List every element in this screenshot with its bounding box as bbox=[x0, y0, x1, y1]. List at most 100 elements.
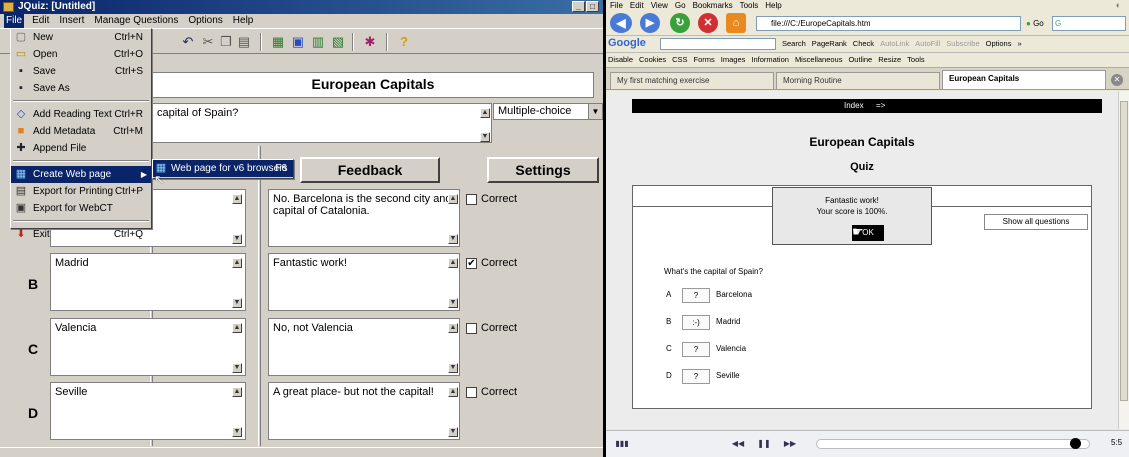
menu-item-exit[interactable]: ⬇ Exit Ctrl+Q bbox=[11, 226, 151, 243]
correct-checkbox-d[interactable]: Correct bbox=[466, 386, 517, 398]
menu-item-export-printing[interactable]: ▤ Export for Printing Ctrl+P bbox=[11, 183, 151, 200]
menu-item-save-as[interactable]: ▪ Save As bbox=[11, 80, 151, 97]
answer-field-b[interactable]: Madrid bbox=[50, 253, 246, 311]
feedback-field-c[interactable]: No, not Valencia bbox=[268, 318, 460, 376]
menu-options[interactable]: Options bbox=[186, 14, 224, 28]
menu-insert[interactable]: Insert bbox=[57, 14, 86, 28]
reload-icon[interactable]: ↻ bbox=[670, 13, 690, 33]
forward-icon[interactable]: ▶ bbox=[640, 13, 660, 33]
wd-disable[interactable]: Disable bbox=[608, 53, 633, 67]
wd-outline[interactable]: Outline bbox=[848, 53, 872, 67]
correct-checkbox-c[interactable]: Correct bbox=[466, 322, 517, 334]
wd-tools[interactable]: Tools bbox=[907, 53, 925, 67]
scroll-up-icon[interactable]: ▲ bbox=[448, 258, 458, 268]
tab-matching-exercise[interactable]: My first matching exercise bbox=[610, 72, 774, 89]
browser-menu-view[interactable]: View bbox=[651, 0, 668, 11]
menu-item-add-reading-text[interactable]: ◇ Add Reading Text Ctrl+R bbox=[11, 106, 151, 123]
wd-cookies[interactable]: Cookies bbox=[639, 53, 666, 67]
index-link[interactable]: Index bbox=[844, 99, 864, 113]
menu-item-open[interactable]: ▭ Open Ctrl+O bbox=[11, 46, 151, 63]
browser-menu-tools[interactable]: Tools bbox=[740, 0, 759, 11]
wd-resize[interactable]: Resize bbox=[878, 53, 901, 67]
answer-field-c[interactable]: Valencia bbox=[50, 318, 246, 376]
scroll-down-icon[interactable]: ▼ bbox=[480, 132, 490, 142]
go-button[interactable]: ● Go bbox=[1026, 16, 1044, 31]
pause-icon[interactable]: ❚❚ bbox=[754, 436, 774, 451]
chevron-down-icon[interactable]: ▼ bbox=[588, 104, 602, 119]
scroll-up-icon[interactable]: ▲ bbox=[232, 194, 242, 204]
next-link[interactable]: => bbox=[876, 99, 885, 113]
scroll-up-icon[interactable]: ▲ bbox=[232, 323, 242, 333]
web-export-icon[interactable]: ▦ bbox=[270, 34, 286, 50]
scroll-down-icon[interactable]: ▼ bbox=[448, 298, 458, 308]
scroll-down-icon[interactable]: ▼ bbox=[448, 427, 458, 437]
option-button-d[interactable]: ? bbox=[682, 368, 710, 384]
menu-help[interactable]: Help bbox=[231, 14, 256, 28]
search-box[interactable]: G bbox=[1052, 16, 1126, 31]
wd-miscellaneous[interactable]: Miscellaneous bbox=[795, 53, 843, 67]
menu-manage-questions[interactable]: Manage Questions bbox=[92, 14, 180, 28]
checkmark-icon[interactable]: ✔ bbox=[466, 257, 477, 269]
scroll-down-icon[interactable]: ▼ bbox=[448, 234, 458, 244]
minimize-button[interactable]: _ bbox=[572, 1, 585, 12]
menu-item-append-file[interactable]: ✚ Append File bbox=[11, 140, 151, 157]
google-more[interactable]: » bbox=[1017, 36, 1021, 51]
scroll-up-icon[interactable]: ▲ bbox=[448, 387, 458, 397]
correct-checkbox-b[interactable]: ✔ Correct bbox=[466, 257, 517, 269]
menu-item-save[interactable]: ▪ Save Ctrl+S bbox=[11, 63, 151, 80]
volume-icon[interactable]: ▮▮▮ bbox=[614, 436, 630, 451]
back-icon[interactable]: ◀ bbox=[610, 13, 632, 33]
google-options[interactable]: Options bbox=[986, 36, 1012, 51]
wd-images[interactable]: Images bbox=[721, 53, 746, 67]
scroll-down-icon[interactable]: ▼ bbox=[232, 234, 242, 244]
copy-icon[interactable]: ❐ bbox=[218, 34, 234, 50]
browser-menu-file[interactable]: File bbox=[610, 0, 623, 11]
menu-file[interactable]: File bbox=[4, 14, 25, 28]
feedback-field-d[interactable]: A great place- but not the capital! bbox=[268, 382, 460, 440]
google-autofill[interactable]: AutoFill bbox=[915, 36, 940, 51]
feedback-field-a[interactable]: No. Barcelona is the second city and cap… bbox=[268, 189, 460, 247]
correct-checkbox-a[interactable]: Correct bbox=[466, 193, 517, 205]
web-export-icon-2[interactable]: ▣ bbox=[290, 34, 306, 50]
option-button-c[interactable]: ? bbox=[682, 341, 710, 357]
playback-track[interactable] bbox=[816, 439, 1090, 449]
home-icon[interactable]: ⌂ bbox=[726, 13, 746, 33]
scrollbar-thumb[interactable] bbox=[1120, 101, 1128, 401]
config-icon[interactable]: ✱ bbox=[362, 34, 378, 50]
feedback-field-b[interactable]: Fantastic work! bbox=[268, 253, 460, 311]
vertical-scrollbar[interactable] bbox=[1118, 91, 1129, 429]
scroll-down-icon[interactable]: ▼ bbox=[448, 363, 458, 373]
checkbox-box[interactable] bbox=[466, 193, 477, 205]
web-export-icon-4[interactable]: ▧ bbox=[330, 34, 346, 50]
google-check[interactable]: Check bbox=[853, 36, 874, 51]
scroll-up-icon[interactable]: ▲ bbox=[480, 108, 490, 118]
question-textbox[interactable]: capital of Spain? bbox=[152, 103, 492, 143]
menu-item-export-webct[interactable]: ▣ Export for WebCT bbox=[11, 200, 151, 217]
submenu-item-v6-browsers[interactable]: ▦ Web page for v6 browsers F6 bbox=[153, 160, 293, 177]
cut-icon[interactable]: ✂ bbox=[200, 34, 216, 50]
scroll-down-icon[interactable]: ▼ bbox=[232, 298, 242, 308]
google-autolink[interactable]: AutoLink bbox=[880, 36, 909, 51]
fast-forward-icon[interactable]: ▶▶ bbox=[780, 436, 800, 451]
wd-information[interactable]: Information bbox=[751, 53, 789, 67]
scroll-down-icon[interactable]: ▼ bbox=[232, 427, 242, 437]
stop-icon[interactable]: ✕ bbox=[698, 13, 718, 33]
tab-european-capitals[interactable]: European Capitals bbox=[942, 70, 1106, 89]
menu-item-create-web-page[interactable]: ▦ Create Web page ▶ bbox=[11, 166, 151, 183]
scroll-up-icon[interactable]: ▲ bbox=[232, 387, 242, 397]
checkbox-box[interactable] bbox=[466, 386, 477, 398]
menu-item-add-metadata[interactable]: ■ Add Metadata Ctrl+M bbox=[11, 123, 151, 140]
question-type-select[interactable]: Multiple-choice ▼ bbox=[493, 103, 603, 120]
scroll-up-icon[interactable]: ▲ bbox=[232, 258, 242, 268]
menu-item-new[interactable]: ▢ New Ctrl+N bbox=[11, 29, 151, 46]
option-button-b[interactable]: :-) bbox=[682, 314, 710, 330]
scroll-up-icon[interactable]: ▲ bbox=[448, 323, 458, 333]
scroll-down-icon[interactable]: ▼ bbox=[232, 363, 242, 373]
show-all-questions-button[interactable]: Show all questions bbox=[984, 214, 1088, 230]
browser-menu-bookmarks[interactable]: Bookmarks bbox=[693, 0, 733, 11]
wd-css[interactable]: CSS bbox=[672, 53, 687, 67]
undo-icon[interactable]: ↶ bbox=[180, 34, 196, 50]
google-search-button[interactable]: Search bbox=[782, 36, 806, 51]
close-tab-icon[interactable]: ✕ bbox=[1111, 74, 1123, 86]
url-bar[interactable]: file:///C:/EuropeCapitals.htm bbox=[756, 16, 1021, 31]
